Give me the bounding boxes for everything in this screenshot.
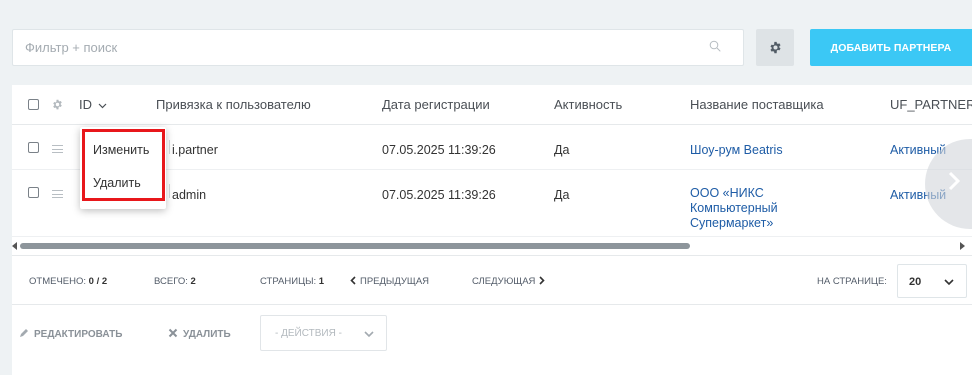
column-divider <box>169 184 170 198</box>
search-input[interactable] <box>13 30 693 65</box>
actions-select[interactable]: - ДЕЙСТВИЯ - <box>260 315 387 351</box>
supplier-line: ООО «НИКС <box>690 186 764 200</box>
delete-action-label: УДАЛИТЬ <box>183 329 231 340</box>
add-partner-button[interactable]: ДОБАВИТЬ ПАРТНЕРА <box>810 29 972 66</box>
total-counter-label: ВСЕГО: <box>154 276 188 287</box>
total-counter: ВСЕГО: 2 <box>154 276 196 287</box>
pages-counter-label: СТРАНИЦЫ: <box>260 276 317 287</box>
cell-date: 07.05.2025 11:39:26 <box>382 188 496 202</box>
selected-counter-label: ОТМЕЧЕНО: <box>29 276 86 287</box>
cell-supplier-link[interactable]: Шоу-рум Beatris <box>690 143 783 157</box>
top-toolbar: ДОБАВИТЬ ПАРТНЕРА <box>0 0 972 88</box>
chevron-right-icon[interactable] <box>948 171 960 191</box>
row-checkbox[interactable] <box>28 187 39 198</box>
per-page-label: НА СТРАНИЦЕ: <box>817 276 887 287</box>
supplier-line: Компьютерный <box>690 201 778 215</box>
cell-user: admin <box>172 188 207 202</box>
column-header-id-label: ID <box>79 97 92 112</box>
column-header-uf-partner[interactable]: UF_PARTNER <box>890 97 972 112</box>
scrollbar-thumb[interactable] <box>20 243 690 249</box>
horizontal-scrollbar[interactable] <box>12 238 972 254</box>
menu-item-edit[interactable]: Изменить <box>93 143 149 157</box>
cell-date: 07.05.2025 11:39:26 <box>382 143 496 157</box>
chevron-down-icon <box>98 103 107 108</box>
grid-footer: ОТМЕЧЕНО: 0 / 2 ВСЕГО: 2 СТРАНИЦЫ: 1 ПРЕ… <box>12 255 972 305</box>
next-page-label: СЛЕДУЮЩАЯ <box>472 276 536 287</box>
scroll-right-arrow-icon[interactable] <box>960 242 965 250</box>
actions-select-placeholder: - ДЕЙСТВИЯ - <box>275 328 342 339</box>
gear-icon <box>769 41 781 54</box>
pages-counter: СТРАНИЦЫ: 1 <box>260 276 324 287</box>
column-header-supplier[interactable]: Название поставщика <box>690 97 824 112</box>
cell-active: Да <box>554 143 570 157</box>
supplier-line: Супермаркет» <box>690 216 774 230</box>
row-checkbox[interactable] <box>28 142 39 153</box>
row-menu-icon[interactable] <box>52 190 63 198</box>
column-header-active[interactable]: Активность <box>554 97 622 112</box>
per-page-select[interactable]: 20 <box>897 264 967 298</box>
prev-page-link[interactable]: ПРЕДЫДУЩАЯ <box>350 276 429 287</box>
scroll-left-arrow-icon[interactable] <box>12 242 17 250</box>
column-header-user[interactable]: Привязка к пользователю <box>156 97 311 112</box>
total-counter-value: 2 <box>190 276 196 287</box>
selected-counter-value: 0 / 2 <box>88 276 108 287</box>
selected-counter: ОТМЕЧЕНО: 0 / 2 <box>29 276 107 287</box>
select-all-checkbox[interactable] <box>28 99 39 110</box>
row-context-menu: Изменить Удалить <box>80 127 166 209</box>
close-icon <box>168 328 178 338</box>
column-header-date[interactable]: Дата регистрации <box>382 97 490 112</box>
chevron-down-icon <box>944 279 954 286</box>
chevron-right-icon <box>539 276 546 285</box>
row-menu-icon[interactable] <box>52 145 63 153</box>
cell-user: i.partner <box>172 143 218 157</box>
pages-counter-value: 1 <box>318 276 325 287</box>
edit-action-button[interactable]: РЕДАКТИРОВАТЬ <box>19 328 122 340</box>
table-header: ID Привязка к пользователю Дата регистра… <box>12 85 972 125</box>
chevron-down-icon <box>364 331 374 338</box>
prev-page-label: ПРЕДЫДУЩАЯ <box>360 276 430 287</box>
column-divider <box>169 140 170 154</box>
magnifier-icon[interactable] <box>709 40 721 52</box>
settings-button[interactable] <box>756 29 794 66</box>
next-page-link[interactable]: СЛЕДУЮЩАЯ <box>472 276 546 287</box>
column-header-id[interactable]: ID <box>79 97 107 112</box>
cell-supplier-link[interactable]: ООО «НИКС Компьютерный Супермаркет» <box>690 186 778 231</box>
edit-action-label: РЕДАКТИРОВАТЬ <box>34 329 123 340</box>
group-actions-panel: РЕДАКТИРОВАТЬ УДАЛИТЬ - ДЕЙСТВИЯ - <box>12 315 972 355</box>
cell-active: Да <box>554 188 570 202</box>
search-field[interactable] <box>12 29 744 66</box>
chevron-left-icon <box>350 276 356 285</box>
per-page-value: 20 <box>909 276 922 288</box>
menu-item-delete[interactable]: Удалить <box>93 176 141 190</box>
pencil-icon <box>20 329 28 337</box>
delete-action-button[interactable]: УДАЛИТЬ <box>168 328 231 340</box>
column-settings-icon[interactable] <box>52 99 63 110</box>
